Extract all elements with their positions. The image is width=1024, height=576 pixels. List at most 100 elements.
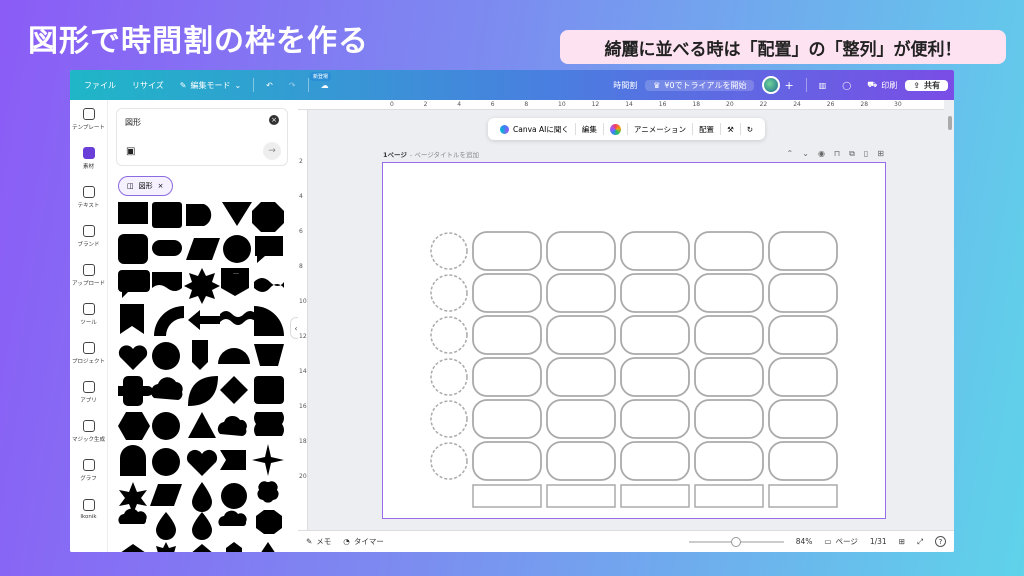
zoom-slider[interactable] <box>688 536 784 547</box>
shape-sun[interactable] <box>190 544 214 552</box>
trash-icon[interactable]: ▯ <box>864 149 868 159</box>
shape-leaf[interactable] <box>188 376 218 406</box>
timetable-cell[interactable] <box>768 441 838 481</box>
avatar-group[interactable]: + <box>754 76 801 94</box>
rail-item[interactable]: ツール <box>70 295 107 334</box>
shape-burst[interactable] <box>223 235 251 263</box>
rail-item[interactable]: アプリ <box>70 373 107 412</box>
shape-cloud-4[interactable] <box>218 510 247 526</box>
shape-pill[interactable] <box>152 240 182 256</box>
shape-triangle-up[interactable] <box>188 412 216 438</box>
rail-item[interactable]: テンプレート <box>70 100 107 139</box>
timetable-cell[interactable] <box>694 357 764 397</box>
timetable-footer-cell[interactable] <box>546 484 616 508</box>
chevron-down-icon[interactable]: ⌄ <box>802 149 809 159</box>
shape-rect-notch[interactable] <box>220 450 246 470</box>
timetable-cell[interactable] <box>546 357 616 397</box>
design-page[interactable] <box>382 162 886 519</box>
position-button[interactable]: 配置 <box>693 124 720 135</box>
shape-cloud[interactable] <box>151 377 183 400</box>
timetable-cell[interactable] <box>620 357 690 397</box>
shape-arrow-left[interactable] <box>188 310 220 330</box>
timetable-cell[interactable] <box>768 399 838 439</box>
timetable-cell[interactable] <box>472 357 542 397</box>
file-menu[interactable]: ファイル <box>76 80 124 91</box>
close-icon[interactable]: × <box>158 182 164 190</box>
image-search-icon[interactable]: ▣ <box>126 146 135 157</box>
grid-view-icon[interactable]: ⊞ <box>899 537 905 546</box>
trial-button[interactable]: ♛ ¥0でトライアルを開始 <box>645 79 755 91</box>
timetable-cell[interactable] <box>472 273 542 313</box>
shape-parallelogram-2[interactable] <box>150 484 182 506</box>
shape-blob-rect[interactable] <box>254 412 284 436</box>
shape-burst-3[interactable] <box>152 542 180 552</box>
shape-parallelogram[interactable] <box>186 238 220 260</box>
shape-rounded-rect[interactable] <box>118 234 148 264</box>
filter-chip[interactable]: ◫ 図形 × <box>118 176 173 196</box>
shape-seal[interactable] <box>152 412 180 440</box>
timetable-cell[interactable] <box>472 315 542 355</box>
shape-arc[interactable] <box>154 306 184 336</box>
canvas-scrollbar[interactable] <box>948 116 952 130</box>
cloud-save-button[interactable]: ☁ <box>313 81 337 90</box>
shape-hexagon[interactable] <box>118 412 150 440</box>
timetable-cell[interactable] <box>546 441 616 481</box>
rail-item[interactable]: グラフ <box>70 451 107 490</box>
eye-icon[interactable]: ◉ <box>818 149 825 159</box>
comment-add-button[interactable]: ↻ <box>741 125 759 134</box>
shape-heart-2[interactable] <box>186 449 218 476</box>
shape-hexagon-2[interactable] <box>226 542 242 552</box>
shape-octagon[interactable] <box>252 202 284 232</box>
pages-button[interactable]: ▭ ページ <box>824 536 857 547</box>
rail-item[interactable]: 素材 <box>70 139 107 178</box>
shape-flower-5[interactable] <box>257 481 279 503</box>
shape-burst-2[interactable] <box>152 448 180 476</box>
chevron-up-icon[interactable]: ⌃ <box>787 149 794 159</box>
shape-quarter-circle[interactable] <box>254 306 284 336</box>
shape-square[interactable] <box>118 202 148 224</box>
timetable-cell[interactable] <box>620 231 690 271</box>
shape-rounded-square[interactable] <box>152 202 182 228</box>
shape-starburst[interactable] <box>184 268 220 304</box>
canva-ai-button[interactable]: Canva AIに聞く <box>494 124 575 135</box>
notes-button[interactable]: ✎ メモ <box>306 536 331 547</box>
timetable-cell[interactable] <box>768 273 838 313</box>
timetable-cell[interactable] <box>694 231 764 271</box>
lock-icon[interactable]: ⊓ <box>834 149 840 159</box>
shape-diamond[interactable] <box>220 376 248 404</box>
clear-icon[interactable]: × <box>269 115 279 125</box>
period-circle[interactable] <box>430 400 468 438</box>
shape-pentagon[interactable] <box>120 544 146 552</box>
timetable-cell[interactable] <box>546 315 616 355</box>
shape-wave-rect[interactable] <box>152 272 182 291</box>
share-button[interactable]: ⇪ 共有 <box>905 79 948 91</box>
timetable-cell[interactable] <box>546 399 616 439</box>
shape-half-round[interactable] <box>186 204 212 226</box>
edit-mode-menu[interactable]: ✎ 編集モード ⌄ <box>172 80 249 91</box>
timetable-cell[interactable] <box>620 315 690 355</box>
timetable-cell[interactable] <box>694 441 764 481</box>
rail-item[interactable]: テキスト <box>70 178 107 217</box>
timetable-footer-cell[interactable] <box>768 484 838 508</box>
zoom-level[interactable]: 84% <box>796 537 813 546</box>
shape-cloud-2[interactable] <box>217 415 247 436</box>
shape-speech-round[interactable] <box>118 270 150 298</box>
comment-button[interactable]: ◯ <box>834 81 859 90</box>
timetable-cell[interactable] <box>768 315 838 355</box>
shape-wave-line[interactable] <box>254 278 284 292</box>
timetable-cell[interactable] <box>694 399 764 439</box>
analytics-button[interactable]: ▥ <box>811 81 835 90</box>
rail-item[interactable]: Ikonik <box>70 490 107 529</box>
timetable-cell[interactable] <box>472 399 542 439</box>
period-circle[interactable] <box>430 232 468 270</box>
print-button[interactable]: ⛟ 印刷 <box>859 80 905 91</box>
period-circle[interactable] <box>430 442 468 480</box>
period-circle[interactable] <box>430 274 468 312</box>
timetable-cell[interactable] <box>694 273 764 313</box>
resize-menu[interactable]: リサイズ <box>124 80 172 91</box>
shape-heart[interactable] <box>118 345 148 370</box>
doc-title[interactable]: 時間割 <box>605 80 645 91</box>
shape-cross-round[interactable] <box>118 376 153 406</box>
timetable-cell[interactable] <box>546 231 616 271</box>
period-circle[interactable] <box>430 358 468 396</box>
